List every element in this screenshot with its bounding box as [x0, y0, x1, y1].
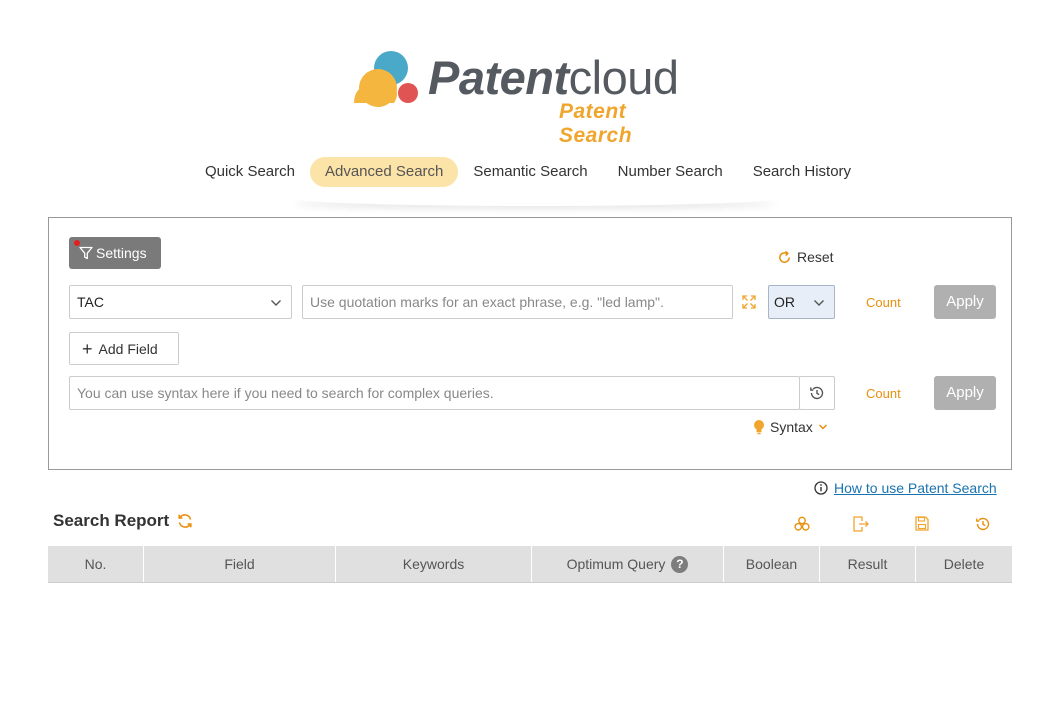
column-header-label: Optimum Query: [566, 555, 666, 572]
column-header-label: Field: [224, 555, 255, 572]
logo-brand-light: cloud: [568, 51, 679, 104]
logo-brand-bold: Patent: [428, 51, 569, 104]
keyword-input[interactable]: [302, 285, 733, 319]
chevron-down-icon: [818, 424, 827, 430]
operator-select[interactable]: OR: [768, 285, 835, 319]
column-header-label: Boolean: [745, 555, 798, 572]
history-icon: [810, 386, 824, 400]
column-header-no: No.: [48, 546, 144, 582]
advanced-search-panel: Settings Reset TAC OR Count Apply + Add …: [48, 217, 1012, 470]
export-icon[interactable]: [852, 516, 870, 532]
add-field-button[interactable]: + Add Field: [69, 332, 179, 365]
column-header-label: Result: [847, 555, 888, 572]
field-select[interactable]: TAC: [69, 285, 292, 319]
column-header-label: Delete: [943, 555, 985, 572]
column-header-keywords: Keywords: [336, 546, 532, 582]
refresh-icon[interactable]: [177, 513, 193, 529]
info-icon: [814, 481, 828, 495]
syntax-query-input[interactable]: [69, 376, 800, 410]
reset-icon: [779, 250, 790, 263]
notification-dot: [74, 240, 80, 246]
plus-icon: +: [82, 338, 93, 359]
reset-label: Reset: [797, 249, 834, 265]
column-header-boolean: Boolean: [724, 546, 820, 582]
tab-advanced-search[interactable]: Advanced Search: [309, 157, 459, 187]
syntax-apply-button[interactable]: Apply: [934, 376, 996, 410]
tab-number-search[interactable]: Number Search: [603, 157, 738, 187]
search-report-table-header: No. Field Keywords Optimum Query ? Boole…: [48, 546, 1012, 583]
logo-subtitle: Patent Search: [559, 100, 633, 147]
search-report-title: Search Report: [53, 511, 193, 531]
syntax-count-button[interactable]: Count: [866, 386, 901, 401]
expand-icon[interactable]: [742, 295, 756, 309]
logo-mark-icon: [354, 51, 418, 107]
reset-button[interactable]: Reset: [777, 249, 834, 265]
save-icon[interactable]: [915, 516, 929, 531]
search-tabs: Quick Search Advanced Search Semantic Se…: [0, 157, 1057, 187]
lightbulb-icon: [754, 420, 764, 435]
operator-select-value: OR: [774, 294, 795, 310]
query-history-button[interactable]: [799, 376, 835, 410]
field-count-button[interactable]: Count: [866, 295, 901, 310]
search-report-label: Search Report: [53, 511, 170, 530]
tab-search-history[interactable]: Search History: [738, 157, 866, 187]
chevron-down-icon: [271, 300, 281, 306]
tab-semantic-search[interactable]: Semantic Search: [458, 157, 602, 187]
logo-wordmark: Patentcloud: [428, 50, 679, 106]
filter-icon: [79, 246, 93, 260]
column-header-optimum-query: Optimum Query ?: [532, 546, 724, 582]
combine-icon[interactable]: [794, 516, 810, 532]
field-apply-button[interactable]: Apply: [934, 285, 996, 319]
syntax-label: Syntax: [770, 419, 813, 435]
how-to-use-link[interactable]: How to use Patent Search: [834, 480, 997, 496]
syntax-help-toggle[interactable]: Syntax: [753, 419, 828, 435]
add-field-label: Add Field: [98, 340, 158, 357]
how-to-help: How to use Patent Search: [814, 480, 997, 496]
tab-quick-search[interactable]: Quick Search: [190, 157, 310, 187]
settings-label: Settings: [96, 245, 147, 261]
column-header-field: Field: [144, 546, 336, 582]
history-icon[interactable]: [975, 516, 991, 532]
settings-button[interactable]: Settings: [69, 237, 161, 269]
column-header-label: No.: [84, 555, 107, 572]
chevron-down-icon: [814, 300, 824, 306]
tabs-shadow: [290, 190, 780, 206]
field-select-value: TAC: [77, 294, 104, 310]
column-header-result: Result: [820, 546, 916, 582]
patentcloud-logo[interactable]: Patentcloud Patent Search: [354, 48, 704, 147]
column-header-delete: Delete: [916, 546, 1012, 582]
question-mark-icon[interactable]: ?: [671, 555, 689, 573]
column-header-label: Keywords: [402, 555, 465, 572]
